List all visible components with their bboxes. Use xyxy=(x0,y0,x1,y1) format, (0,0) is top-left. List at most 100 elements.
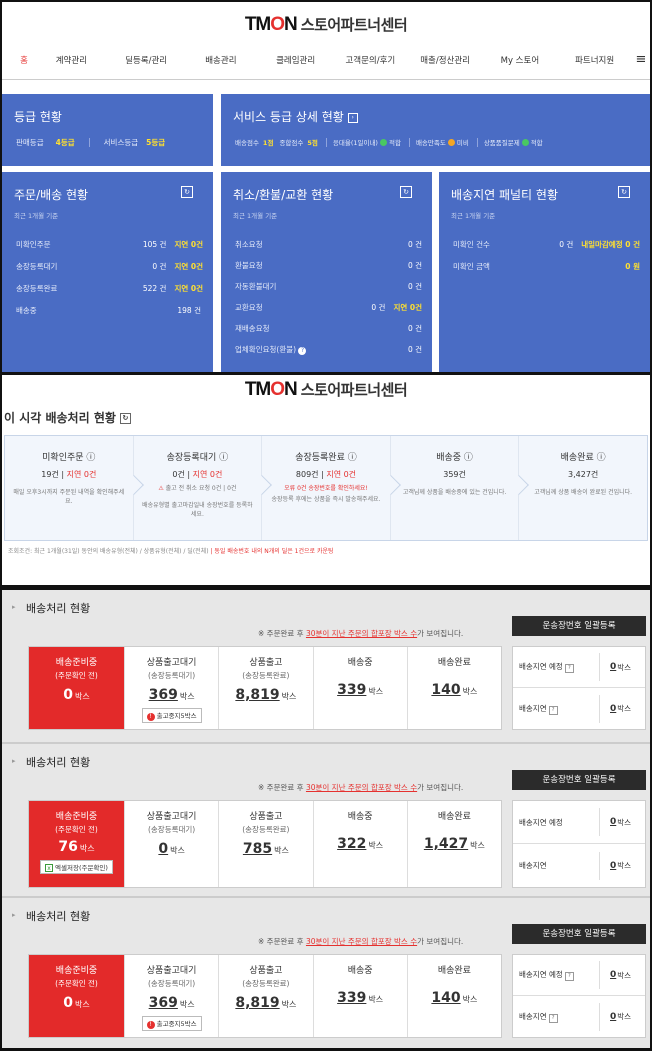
shipping-block: ▸ 배송처리 현황 ※ 주문완료 후 30분이 지난 주문의 합포장 박스 수가… xyxy=(2,896,650,1046)
order-row[interactable]: 배송중 198 건 xyxy=(16,304,201,316)
claim-row-value: 0 건 xyxy=(407,239,422,249)
order-row[interactable]: 송장등록대기 0 건 지연 0건 xyxy=(16,260,203,272)
realtime-col-registered[interactable]: 송장등록완료 ⓘ 809건 | 지연 0건 오류 0건 송장번호를 확인하세요!… xyxy=(262,436,401,540)
status-card[interactable]: 상품출고 (송장등록완료) 8,819 박스 xyxy=(219,647,314,729)
excel-save-badge[interactable]: x 엑셀저장(주문확인) xyxy=(40,860,113,874)
claim-row[interactable]: 자동환불대기 0 건 xyxy=(235,280,422,292)
penalty-row[interactable]: 미확인 금액 0 원 xyxy=(453,260,640,272)
alert-icon: ! xyxy=(146,1021,155,1029)
nav-item-mystore[interactable]: My 스토어 xyxy=(483,54,558,66)
delay-row[interactable]: 배송지연? 0 박스 xyxy=(513,688,645,729)
order-row[interactable]: 송장등록완료 522 건 지연 0건 xyxy=(16,282,203,294)
col-count: 809건 | 지연 0건 xyxy=(295,470,357,479)
card-count: 339 박스 xyxy=(337,990,384,1006)
nav-item-delivery[interactable]: 배송관리 xyxy=(184,54,259,66)
refresh-icon[interactable]: ↻ xyxy=(400,186,412,198)
realtime-col-complete[interactable]: 배송완료 ⓘ 3,427건 고객님께 상품 배송이 완료된 건입니다. xyxy=(519,436,647,540)
nav-item-claim[interactable]: 클레임관리 xyxy=(258,54,333,66)
status-card[interactable]: 배송준비중 (주문확인 전) 0 박스 xyxy=(29,647,125,729)
card-count: 0 박스 xyxy=(158,841,185,857)
claim-row-value: 0 건 xyxy=(407,344,422,354)
delay-row[interactable]: 배송지연 예정? 0 박스 xyxy=(513,647,645,688)
status-card[interactable]: 배송완료 140 박스 xyxy=(408,955,501,1037)
realtime-title: 이 시각 배송처리 현황 ↻ xyxy=(2,401,650,427)
help-icon[interactable]: ? xyxy=(564,972,574,981)
arrow-right-icon[interactable]: › xyxy=(347,112,358,123)
realtime-col-shipping[interactable]: 배송중 ⓘ 359건 고객님께 상품을 배송중에 있는 건입니다. xyxy=(391,436,530,540)
refresh-icon[interactable]: ↻ xyxy=(618,186,630,198)
card-count: 140 박스 xyxy=(431,682,478,698)
claim-row[interactable]: 업체확인요청(환불) ? 0 건 xyxy=(235,343,422,355)
claim-row-value: 0 건 xyxy=(407,323,422,333)
refresh-icon[interactable]: ↻ xyxy=(119,413,131,424)
stop-shipping-badge[interactable]: ! 출고중지5박스 xyxy=(141,708,202,723)
status-card[interactable]: 상품출고대기 (송장등록대기) 0 박스 xyxy=(125,801,220,887)
delay-row[interactable]: 배송지연? 0 박스 xyxy=(513,996,645,1037)
status-card[interactable]: 배송완료 140 박스 xyxy=(408,647,501,729)
claim-row[interactable]: 재배송요청 0 건 xyxy=(235,322,422,334)
delay-row[interactable]: 배송지연 예정 0 박스 xyxy=(513,801,645,844)
delay-side-panel: 배송지연 예정? 0 박스 배송지연? 0 박스 xyxy=(512,646,646,730)
realtime-col-unconfirmed[interactable]: 미확인주문 ⓘ 19건 | 지연 0건 매일 오후3시까지 주문된 내역을 확인… xyxy=(5,436,144,540)
status-card[interactable]: 배송중 339 박스 xyxy=(314,647,408,729)
delay-value: 0 박스 xyxy=(599,694,639,723)
main-nav: 홈 계약관리 딜등록/관리 배송관리 클레임관리 고객문의/후기 매출/정산관리… xyxy=(2,40,650,80)
penalty-row-value: 0 건 xyxy=(559,239,574,249)
notice-link[interactable]: 30분이 지난 주문의 합포장 박스 수 xyxy=(306,937,417,946)
notice-link[interactable]: 30분이 지난 주문의 합포장 박스 수 xyxy=(306,783,417,792)
claim-row-value: 0 건 xyxy=(407,260,422,270)
claim-row[interactable]: 교환요청 0 건 지연 0건 xyxy=(235,301,422,313)
delay-label: 배송지연 xyxy=(519,1011,547,1021)
card-count: 369 박스 xyxy=(148,995,195,1011)
status-card[interactable]: 배송중 322 박스 xyxy=(314,801,408,887)
card-title: 배송중 xyxy=(347,812,373,822)
tmon-logo[interactable]: TMON xyxy=(245,379,298,400)
bulk-waybill-button[interactable]: 운송장번호 일괄등록 xyxy=(512,924,646,944)
card-count: 322 박스 xyxy=(337,836,384,852)
status-card[interactable]: 배송완료 1,427 박스 xyxy=(408,801,501,887)
brand-header: TMON 스토어파트너센터 xyxy=(2,2,650,40)
help-icon[interactable]: ? xyxy=(548,1013,558,1023)
refresh-icon[interactable]: ↻ xyxy=(181,186,193,198)
nav-item-home[interactable]: 홈 xyxy=(14,54,34,66)
status-card[interactable]: 상품출고대기 (송장등록대기) 369 박스 ! 출고중지5박스 xyxy=(125,647,220,729)
status-card[interactable]: 상품출고 (송장등록완료) 785 박스 xyxy=(219,801,314,887)
order-row-label: 송장등록대기 xyxy=(16,261,58,271)
grade-row: 판매등급 4등급 서비스등급 5등급 xyxy=(16,136,203,148)
tmon-logo[interactable]: TMON xyxy=(245,14,298,35)
nav-item-deal[interactable]: 딜등록/관리 xyxy=(109,54,184,66)
bulk-waybill-button[interactable]: 운송장번호 일괄등록 xyxy=(512,770,646,790)
delay-row[interactable]: 배송지연 0 박스 xyxy=(513,844,645,887)
card-title: 상품출고대기 xyxy=(146,812,197,822)
claim-row[interactable]: 취소요청 0 건 xyxy=(235,238,422,250)
penalty-row[interactable]: 미확인 건수 0 건 내일마감예정 0 건 xyxy=(453,238,640,250)
status-card[interactable]: 배송준비중 (주문확인 전) 76 박스 x 엑셀저장(주문확인) xyxy=(29,801,125,887)
card-sub: (송장등록완료) xyxy=(242,979,290,988)
card-count: 8,819 박스 xyxy=(235,995,297,1011)
card-title: 상품출고 xyxy=(249,658,283,668)
stop-shipping-badge[interactable]: ! 출고중지5박스 xyxy=(141,1016,202,1031)
order-delivery-panel: 주문/배송 현황 ↻ 최근 1개월 기준 미확인주문 105 건 지연 0건 송장등… xyxy=(2,172,213,372)
delay-value: 0 박스 xyxy=(599,851,639,880)
order-row[interactable]: 미확인주문 105 건 지연 0건 xyxy=(16,238,203,250)
nav-item-contract[interactable]: 계약관리 xyxy=(34,54,109,66)
nav-item-support[interactable]: 파트너지원 xyxy=(557,54,632,66)
realtime-col-waiting[interactable]: 송장등록대기 ⓘ 0건 | 지연 0건 ⚠ 출고 전 취소 요청 0건 | 0건… xyxy=(134,436,273,540)
claim-row[interactable]: 환불요청 0 건 xyxy=(235,259,422,271)
status-card[interactable]: 배송중 339 박스 xyxy=(314,955,408,1037)
help-icon[interactable]: ? xyxy=(548,705,558,715)
help-icon[interactable]: ? xyxy=(298,346,307,355)
help-icon[interactable]: ? xyxy=(564,664,574,673)
hamburger-menu-icon[interactable]: ≡ xyxy=(632,52,650,67)
notice-link[interactable]: 30분이 지난 주문의 합포장 박스 수 xyxy=(306,629,417,638)
status-card[interactable]: 배송준비중 (주문확인 전) 0 박스 xyxy=(29,955,125,1037)
nav-item-settlement[interactable]: 매출/정산관리 xyxy=(408,54,483,66)
bulk-waybill-button[interactable]: 운송장번호 일괄등록 xyxy=(512,616,646,636)
nav-item-inquiry[interactable]: 고객문의/후기 xyxy=(333,54,408,66)
status-card[interactable]: 상품출고 (송장등록완료) 8,819 박스 xyxy=(219,955,314,1037)
card-sub: (송장등록대기) xyxy=(147,825,196,834)
order-panel-title: 주문/배송 현황 xyxy=(14,188,89,202)
card-title: 배송준비중 xyxy=(55,966,98,976)
delay-row[interactable]: 배송지연 예정? 0 박스 xyxy=(513,955,645,996)
status-card[interactable]: 상품출고대기 (송장등록대기) 369 박스 ! 출고중지5박스 xyxy=(125,955,220,1037)
